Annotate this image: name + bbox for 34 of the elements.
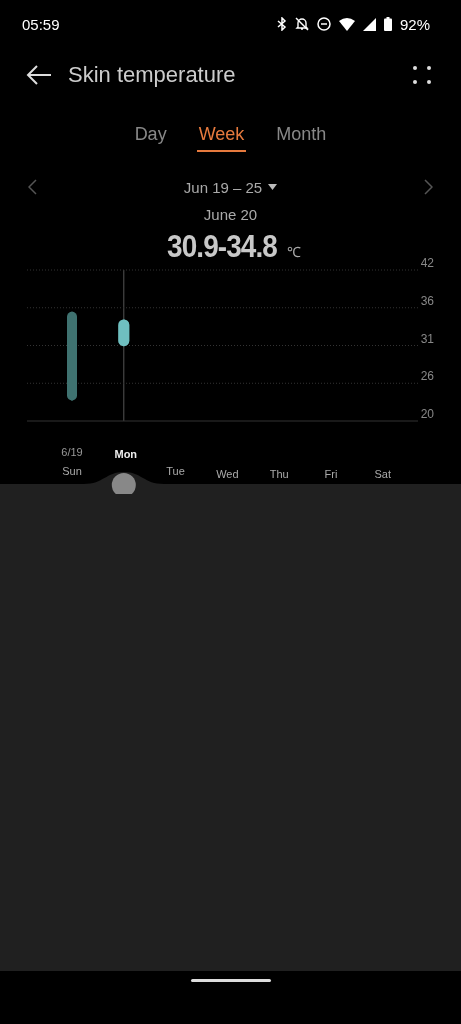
- day-label[interactable]: Thu: [269, 468, 289, 480]
- selected-date: June 20: [203, 206, 258, 223]
- axis-tick-label: 31: [420, 331, 434, 346]
- slider-handle[interactable]: [111, 473, 136, 494]
- dropdown-caret-icon: [268, 184, 278, 190]
- period-tab[interactable]: Month: [274, 118, 329, 152]
- do-not-disturb-icon: [316, 17, 331, 31]
- day-label[interactable]: Sat: [374, 468, 392, 480]
- day-label[interactable]: Tue: [166, 465, 185, 477]
- day-label[interactable]: Wed: [216, 468, 239, 480]
- axis-tick-label: 42: [420, 258, 434, 270]
- unit-label: ℃: [286, 243, 301, 261]
- bluetooth-icon: [276, 17, 287, 31]
- axis-tick-label: 36: [420, 293, 434, 308]
- status-time: 05:59: [22, 15, 61, 33]
- wifi-icon: [338, 17, 355, 31]
- axis-tick-label: 20: [420, 407, 434, 421]
- period-tab[interactable]: Day: [132, 118, 169, 152]
- date-label: 6/19: [61, 446, 83, 458]
- back-arrow-icon[interactable]: [26, 65, 52, 85]
- battery-percent: 92%: [399, 15, 430, 33]
- period-tab[interactable]: Week: [196, 118, 247, 152]
- day-label[interactable]: Mon: [114, 448, 138, 460]
- more-options-icon[interactable]: [413, 66, 431, 84]
- battery-icon: [383, 17, 392, 31]
- signal-icon: [362, 17, 376, 31]
- axis-tick-label: 26: [420, 369, 434, 384]
- temperature-range: 30.9-34.8: [166, 229, 277, 265]
- date-range-dropdown[interactable]: Jun 19 – 25: [183, 178, 278, 196]
- day-label[interactable]: Fri: [324, 468, 338, 480]
- page-title: Skin temperature: [68, 62, 237, 88]
- home-indicator[interactable]: [190, 979, 271, 982]
- day-label[interactable]: Sun: [62, 465, 82, 477]
- bell-off-icon: [294, 17, 309, 31]
